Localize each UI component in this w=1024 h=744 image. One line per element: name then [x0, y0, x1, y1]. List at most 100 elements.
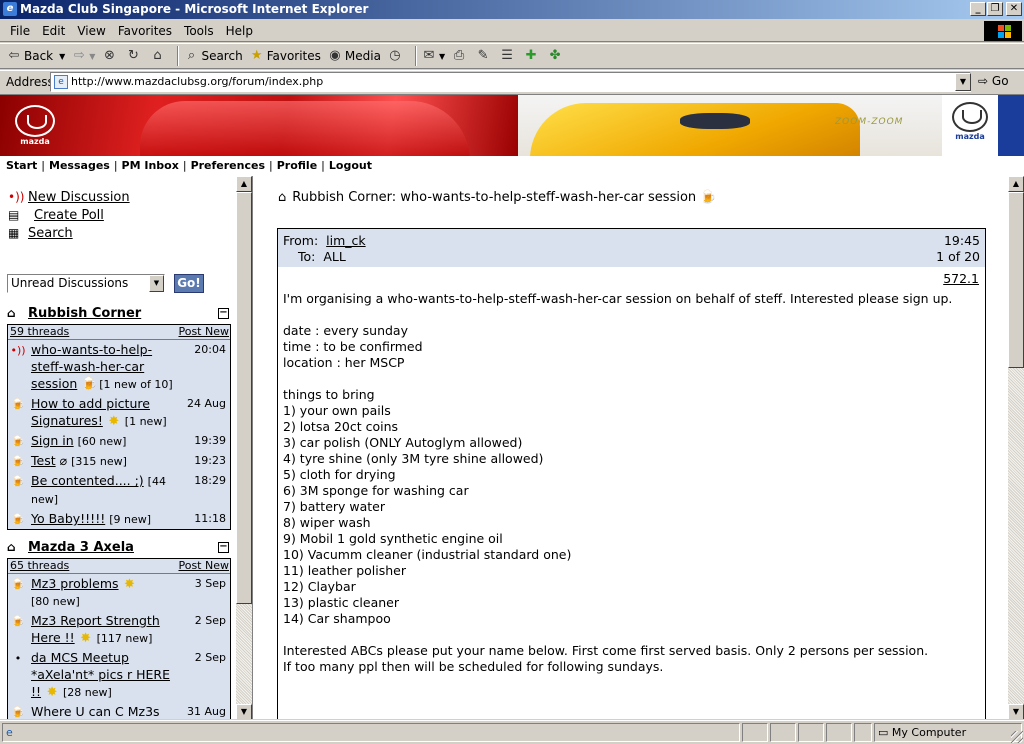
back-button[interactable]: ⇦ Back ▼	[6, 45, 66, 67]
resize-grip[interactable]	[1011, 731, 1023, 743]
forward-dropdown-icon[interactable]: ▼	[89, 52, 95, 61]
thread-row: 🍺 Be contented.... ;) [44 new] 18:29	[11, 473, 226, 506]
filter-select[interactable]: Unread Discussions ▼	[7, 274, 165, 293]
menu-help[interactable]: Help	[220, 20, 259, 41]
smiley-icon: ✸	[46, 685, 58, 700]
beer-icon: 🍺	[81, 377, 98, 392]
new-discussion-icon: •))	[8, 190, 25, 204]
new-discussion-action[interactable]: •)) New Discussion	[8, 188, 130, 206]
thread-row: 🍺 Sign in [60 new] 19:39	[11, 433, 226, 448]
thread-row: 🍺 Where U can C Mz3s 31 Aug	[11, 704, 226, 719]
window-title-bar: e Mazda Club Singapore - Microsoft Inter…	[0, 0, 1024, 19]
beer-icon: 🍺	[11, 513, 25, 526]
message-count: 1 of 20	[936, 249, 980, 264]
mazda-logo: mazda	[946, 100, 994, 150]
message-body: I'm organising a who-wants-to-help-steff…	[283, 291, 978, 691]
post-new-link[interactable]: Post New	[178, 325, 229, 339]
beer-icon: 🍺	[11, 578, 25, 591]
beer-icon: 🍺	[11, 706, 25, 719]
stop-button[interactable]: ⊗	[101, 45, 119, 67]
history-icon: ◷	[389, 48, 401, 63]
history-button[interactable]: ◷	[387, 45, 405, 67]
collapse-icon[interactable]: −	[218, 541, 229, 553]
favorites-icon: ★	[250, 48, 263, 63]
create-poll-action[interactable]: ▤ Create Poll	[8, 206, 130, 224]
media-icon: ◉	[329, 48, 341, 63]
folder-title[interactable]: Rubbish Corner	[28, 306, 141, 321]
recipient: ALL	[323, 249, 346, 264]
clover-icon: ✤	[549, 48, 561, 63]
mail-dropdown-icon[interactable]: ▼	[439, 52, 445, 61]
search-action[interactable]: ▦ Search	[8, 224, 130, 242]
mail-button[interactable]: ✉ ▼	[421, 45, 446, 67]
print-button[interactable]: ⎙	[451, 45, 469, 67]
folder-icon: ⌂	[278, 190, 287, 205]
thread-count-link[interactable]: 65 threads	[10, 559, 69, 573]
favorites-button[interactable]: ★ Favorites	[249, 45, 321, 67]
topic-heading: ⌂ Rubbish Corner: who-wants-to-help-stef…	[278, 189, 717, 205]
menu-favorites[interactable]: Favorites	[112, 20, 178, 41]
nav-logout[interactable]: Logout	[329, 159, 372, 172]
scroll-up-icon[interactable]: ▲	[1008, 176, 1024, 192]
close-button[interactable]: ✕	[1006, 2, 1022, 16]
right-scrollbar[interactable]: ▲ ▼	[1008, 176, 1024, 719]
thread-count-link[interactable]: 59 threads	[10, 325, 69, 339]
sender-link[interactable]: lim_ck	[326, 233, 365, 248]
windows-logo-icon	[984, 21, 1022, 41]
beer-icon: 🍺	[11, 615, 25, 628]
discuss-button[interactable]: ☰	[499, 45, 517, 67]
media-button[interactable]: ◉ Media	[327, 45, 381, 67]
scroll-down-icon[interactable]: ▼	[236, 704, 252, 719]
address-dropdown-button[interactable]: ▼	[955, 73, 971, 91]
nav-preferences[interactable]: Preferences	[191, 159, 265, 172]
refresh-button[interactable]: ↻	[125, 45, 143, 67]
thread-row: 🍺 How to add picture Signatures! ✸ [1 new…	[11, 396, 226, 429]
search-button[interactable]: ⌕ Search	[183, 45, 243, 67]
beer-icon: 🍺	[11, 435, 25, 448]
collapse-icon[interactable]: −	[218, 307, 229, 319]
nav-start[interactable]: Start	[6, 159, 37, 172]
minimize-button[interactable]: _	[970, 2, 986, 16]
status-text: e	[2, 723, 740, 742]
filter-go-button[interactable]: Go!	[174, 274, 204, 293]
print-icon: ⎙	[453, 48, 465, 63]
menu-bar: File Edit View Favorites Tools Help	[0, 20, 1024, 42]
messenger-button[interactable]: ✚	[523, 45, 541, 67]
address-label: Address	[6, 74, 54, 89]
go-arrow-icon: ⇨	[978, 74, 989, 88]
left-scrollbar[interactable]: ▲ ▼	[236, 176, 252, 719]
back-arrow-icon: ⇦	[8, 48, 20, 63]
address-bar: Address e http://www.mazdaclubsg.org/for…	[0, 70, 1024, 92]
home-button[interactable]: ⌂	[149, 45, 167, 67]
smiley-icon: ✸	[80, 631, 92, 646]
scroll-thumb[interactable]	[1008, 192, 1024, 368]
extra-button[interactable]: ✤	[547, 45, 565, 67]
menu-file[interactable]: File	[0, 20, 36, 41]
menu-edit[interactable]: Edit	[36, 20, 71, 41]
beer-icon: 🍺	[700, 189, 717, 205]
forward-button[interactable]: ⇨ ▼	[71, 45, 96, 67]
scroll-up-icon[interactable]: ▲	[236, 176, 252, 192]
thread-row: •)) who-wants-to-help-steff-wash-her-car …	[10, 342, 226, 392]
back-dropdown-icon[interactable]: ▼	[59, 52, 65, 61]
mazda-banner: mazda ZOOM-ZOOM mazda	[0, 95, 1024, 156]
menu-view[interactable]: View	[71, 20, 111, 41]
nav-pm-inbox[interactable]: PM Inbox	[122, 159, 179, 172]
maximize-button[interactable]: ❐	[987, 2, 1003, 16]
address-input[interactable]: e http://www.mazdaclubsg.org/forum/index…	[50, 72, 971, 92]
scroll-thumb[interactable]	[236, 192, 252, 604]
nav-messages[interactable]: Messages	[49, 159, 110, 172]
beer-icon: 🍺	[11, 475, 25, 488]
go-button[interactable]: ⇨ Go	[978, 74, 1009, 88]
post-new-link[interactable]: Post New	[178, 559, 229, 573]
nav-profile[interactable]: Profile	[277, 159, 317, 172]
stop-icon: ⊗	[104, 48, 115, 63]
forward-arrow-icon: ⇨	[73, 48, 85, 63]
edit-button[interactable]: ✎	[475, 45, 493, 67]
message-id-link[interactable]: 572.1	[943, 271, 979, 286]
scroll-down-icon[interactable]: ▼	[1008, 704, 1024, 719]
folder-title[interactable]: Mazda 3 Axela	[28, 540, 134, 555]
page-done-icon: e	[6, 726, 13, 739]
messenger-icon: ✚	[525, 48, 537, 63]
menu-tools[interactable]: Tools	[178, 20, 220, 41]
